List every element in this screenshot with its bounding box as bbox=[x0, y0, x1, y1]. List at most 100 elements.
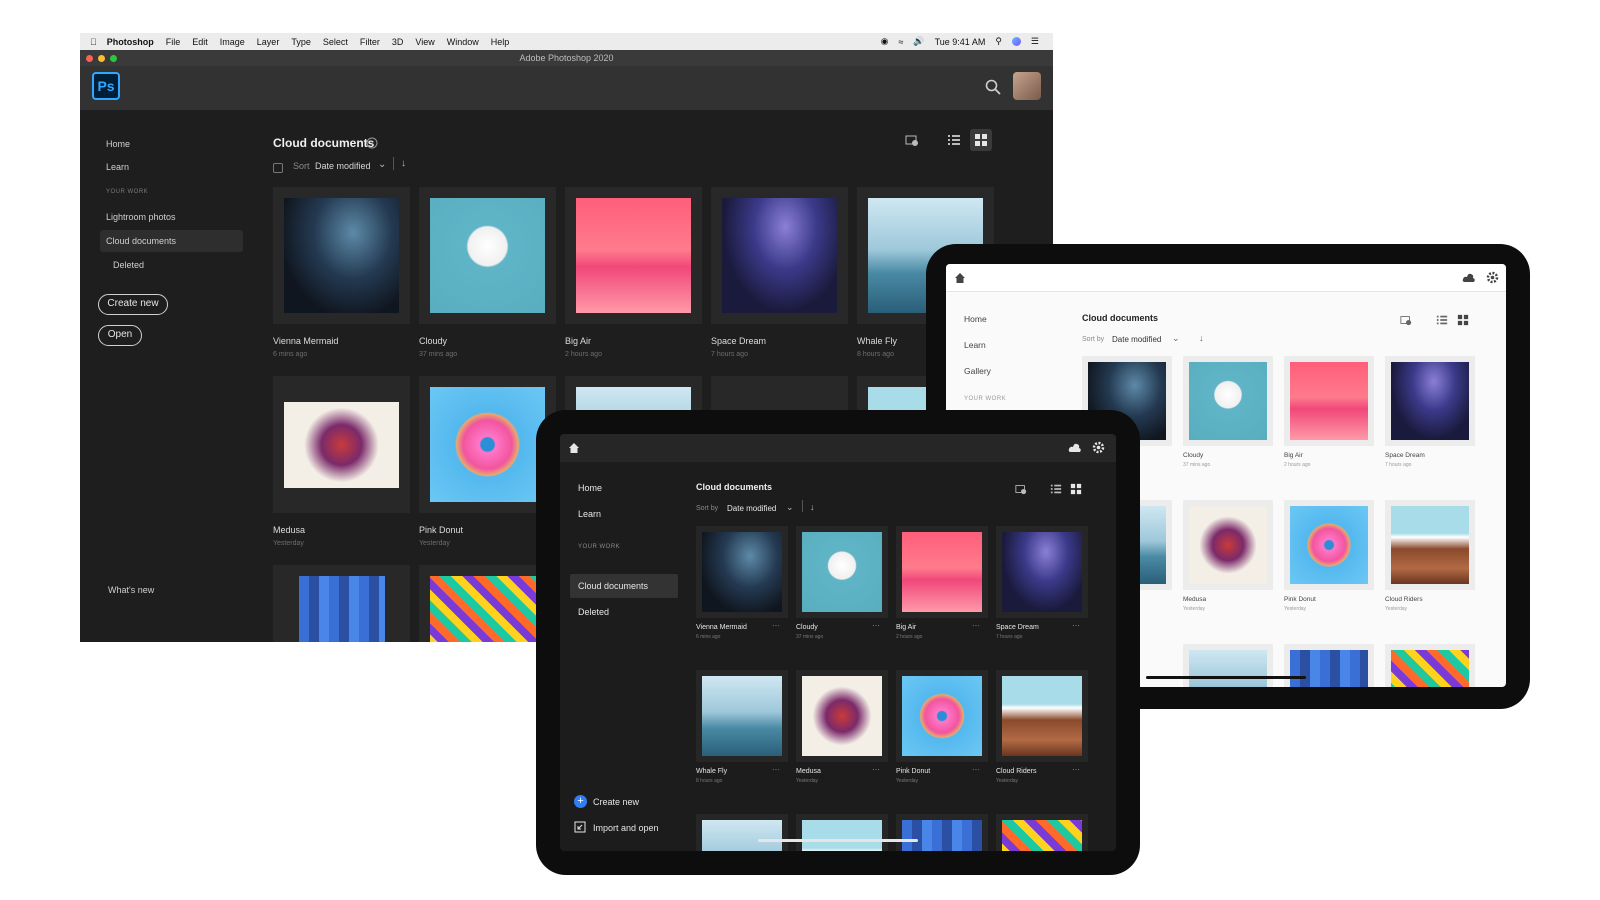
doc-card[interactable] bbox=[996, 526, 1088, 618]
siri-icon[interactable] bbox=[1011, 37, 1021, 46]
doc-card[interactable] bbox=[896, 670, 988, 762]
list-view-icon[interactable] bbox=[947, 133, 961, 147]
doc-card[interactable] bbox=[419, 187, 556, 324]
list-view-icon[interactable] bbox=[1436, 314, 1448, 326]
chevron-down-icon[interactable]: ⌄ bbox=[378, 159, 386, 170]
zoom-window-button[interactable] bbox=[110, 55, 117, 62]
sidebar-item-lightroom[interactable]: Lightroom photos bbox=[106, 212, 176, 222]
clock[interactable]: Tue 9:41 AM bbox=[935, 37, 986, 47]
sort-direction-icon[interactable]: ↓ bbox=[401, 158, 406, 169]
cc-icon[interactable]: ◉ bbox=[881, 36, 889, 47]
sidebar-item-deleted[interactable]: Deleted bbox=[578, 607, 609, 617]
doc-card[interactable] bbox=[1385, 356, 1475, 446]
plus-icon[interactable]: + bbox=[574, 795, 587, 808]
doc-card[interactable] bbox=[565, 187, 702, 324]
menu-image[interactable]: Image bbox=[220, 37, 245, 47]
doc-card[interactable] bbox=[996, 670, 1088, 762]
home-indicator[interactable] bbox=[1146, 676, 1306, 679]
sidebar-item-home[interactable]: Home bbox=[964, 314, 987, 324]
menu-filter[interactable]: Filter bbox=[360, 37, 380, 47]
doc-card[interactable] bbox=[896, 526, 988, 618]
home-indicator[interactable] bbox=[758, 839, 918, 842]
menu-file[interactable]: File bbox=[166, 37, 181, 47]
close-window-button[interactable] bbox=[86, 55, 93, 62]
open-button[interactable]: Open bbox=[98, 325, 142, 346]
chevron-down-icon[interactable]: ⌄ bbox=[786, 502, 794, 513]
spotlight-icon[interactable]: ⚲ bbox=[995, 36, 1002, 47]
sidebar-item-cloud-documents[interactable]: Cloud documents bbox=[106, 236, 176, 246]
more-options-button[interactable]: ··· bbox=[972, 621, 980, 630]
menu-3d[interactable]: 3D bbox=[392, 37, 404, 47]
create-new-button[interactable]: Create new bbox=[593, 797, 639, 807]
menu-select[interactable]: Select bbox=[323, 37, 348, 47]
cloud-icon[interactable] bbox=[1068, 442, 1082, 454]
list-view-icon[interactable] bbox=[1050, 483, 1062, 495]
minimize-window-button[interactable] bbox=[98, 55, 105, 62]
more-options-button[interactable]: ··· bbox=[1072, 621, 1080, 630]
doc-card[interactable] bbox=[1284, 500, 1374, 590]
info-icon[interactable]: i bbox=[366, 137, 378, 149]
doc-card[interactable] bbox=[273, 376, 410, 513]
more-options-button[interactable]: ··· bbox=[1072, 765, 1080, 774]
doc-card[interactable] bbox=[796, 670, 888, 762]
doc-card[interactable] bbox=[1183, 644, 1273, 687]
create-new-button[interactable]: Create new bbox=[98, 294, 168, 315]
grid-view-icon[interactable] bbox=[1457, 314, 1469, 326]
gear-icon[interactable] bbox=[1486, 271, 1499, 284]
sidebar-item-home[interactable]: Home bbox=[106, 139, 130, 149]
sidebar-item-cloud-documents[interactable]: Cloud documents bbox=[578, 581, 648, 591]
wifi-icon[interactable]: ≈ bbox=[898, 37, 903, 47]
import-and-open-button[interactable]: Import and open bbox=[593, 823, 659, 833]
doc-card[interactable] bbox=[896, 814, 988, 851]
sidebar-item-gallery[interactable]: Gallery bbox=[964, 366, 991, 376]
more-options-button[interactable]: ··· bbox=[772, 765, 780, 774]
import-icon[interactable] bbox=[574, 821, 586, 833]
menu-help[interactable]: Help bbox=[491, 37, 510, 47]
menu-edit[interactable]: Edit bbox=[192, 37, 208, 47]
home-icon[interactable] bbox=[568, 442, 580, 454]
doc-card[interactable] bbox=[1284, 644, 1374, 687]
cloud-icon[interactable] bbox=[1462, 272, 1476, 284]
sidebar-item-learn[interactable]: Learn bbox=[106, 162, 129, 172]
doc-card[interactable] bbox=[1385, 500, 1475, 590]
chevron-down-icon[interactable]: ⌄ bbox=[1172, 333, 1180, 344]
volume-icon[interactable]: 🔊 bbox=[913, 36, 924, 47]
more-options-button[interactable]: ··· bbox=[972, 765, 980, 774]
menu-view[interactable]: View bbox=[415, 37, 434, 47]
sidebar-item-home[interactable]: Home bbox=[578, 483, 602, 493]
doc-card[interactable] bbox=[796, 526, 888, 618]
gear-icon[interactable] bbox=[1092, 441, 1105, 454]
cloud-folder-icon[interactable] bbox=[1400, 314, 1412, 326]
search-icon[interactable] bbox=[984, 78, 1002, 96]
sidebar-item-learn[interactable]: Learn bbox=[964, 340, 986, 350]
doc-card[interactable] bbox=[696, 670, 788, 762]
sort-dropdown[interactable]: Date modified bbox=[727, 504, 776, 513]
sidebar-item-learn[interactable]: Learn bbox=[578, 509, 601, 519]
menu-type[interactable]: Type bbox=[291, 37, 311, 47]
sort-dropdown[interactable]: Date modified bbox=[315, 161, 371, 171]
sort-dropdown[interactable]: Date modified bbox=[1112, 335, 1161, 344]
cloud-folder-icon[interactable] bbox=[905, 133, 919, 147]
menu-layer[interactable]: Layer bbox=[257, 37, 280, 47]
user-avatar[interactable] bbox=[1013, 72, 1041, 100]
sort-direction-icon[interactable]: ↓ bbox=[1199, 333, 1204, 343]
doc-card[interactable] bbox=[796, 814, 888, 851]
doc-card[interactable] bbox=[273, 565, 410, 642]
sort-direction-icon[interactable]: ↓ bbox=[810, 502, 815, 512]
doc-card[interactable] bbox=[1183, 356, 1273, 446]
control-center-icon[interactable]: ☰ bbox=[1031, 36, 1039, 47]
whats-new-link[interactable]: What's new bbox=[108, 585, 154, 595]
grid-view-button[interactable] bbox=[970, 129, 992, 151]
more-options-button[interactable]: ··· bbox=[872, 621, 880, 630]
doc-card[interactable] bbox=[711, 187, 848, 324]
doc-card[interactable] bbox=[696, 814, 788, 851]
doc-card[interactable] bbox=[1385, 644, 1475, 687]
cloud-folder-icon[interactable] bbox=[1015, 483, 1027, 495]
doc-card[interactable] bbox=[696, 526, 788, 618]
doc-card[interactable] bbox=[1183, 500, 1273, 590]
doc-card[interactable] bbox=[996, 814, 1088, 851]
grid-view-icon[interactable] bbox=[1070, 483, 1082, 495]
doc-card[interactable] bbox=[1284, 356, 1374, 446]
menu-app-name[interactable]: Photoshop bbox=[107, 37, 154, 47]
home-icon[interactable] bbox=[954, 272, 966, 284]
